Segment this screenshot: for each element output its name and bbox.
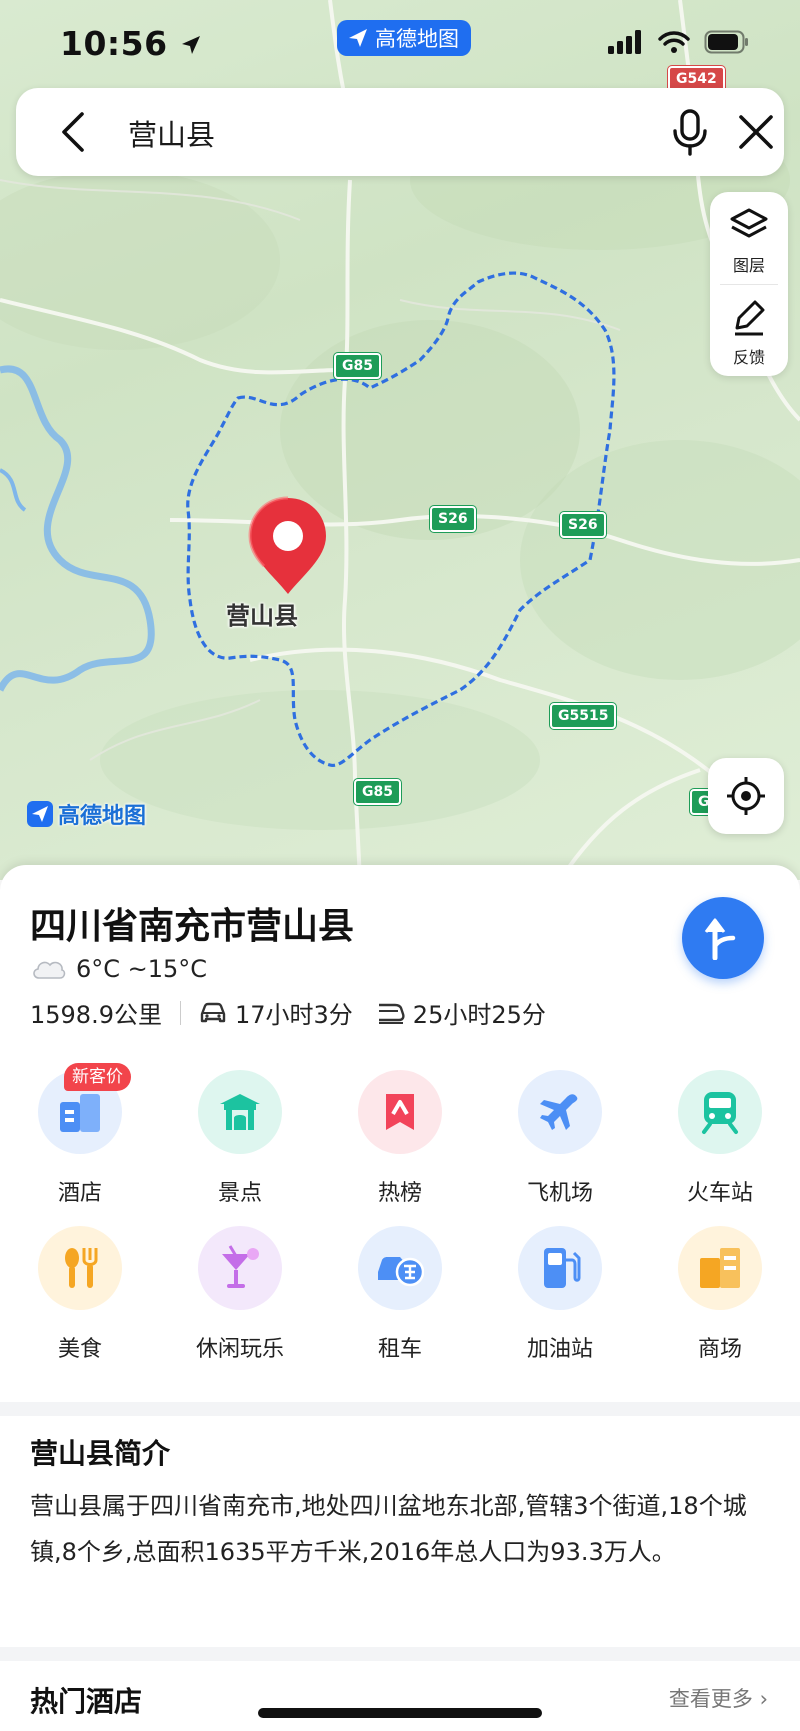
map-place-label[interactable]: 营山县	[226, 596, 298, 631]
train-time-text: 25小时25分	[412, 1001, 546, 1029]
gas-station-icon	[544, 1248, 581, 1288]
scenic-spot-icon	[220, 1094, 260, 1130]
category-label: 租车	[377, 1337, 422, 1362]
app-pill-label: 高德地图	[375, 27, 459, 51]
search-query[interactable]: 营山县	[128, 112, 215, 154]
location-pin-icon[interactable]	[246, 496, 330, 596]
category-label: 热榜	[377, 1181, 422, 1206]
food-icon	[65, 1248, 98, 1288]
weather-temperature: 6°C ~15°C	[76, 955, 208, 983]
place-detail-sheet[interactable]: 四川省南充市营山县 6°C ~15°C 1598.9公里 17小时3分 25小时…	[0, 865, 800, 1731]
layers-label: 图层	[732, 256, 765, 275]
microphone-icon[interactable]	[668, 108, 712, 156]
close-icon[interactable]	[736, 112, 776, 152]
back-arrow-icon[interactable]	[54, 110, 94, 154]
hotel-icon	[60, 1094, 100, 1132]
route-button[interactable]	[682, 897, 764, 979]
battery-icon	[704, 30, 748, 54]
feedback-edit-icon	[735, 300, 765, 336]
category-icon-bg	[358, 1070, 442, 1154]
category-icon-bg	[678, 1226, 762, 1310]
app-return-pill[interactable]: 高德地图	[337, 20, 471, 56]
category-label: 休闲玩乐	[195, 1337, 284, 1362]
section-divider	[0, 1402, 800, 1416]
category-icon-bg	[198, 1070, 282, 1154]
mall-icon	[700, 1248, 740, 1288]
wifi-icon	[658, 31, 690, 53]
drive-time-text: 17小时3分	[234, 1001, 353, 1029]
road-shield: G85	[354, 779, 401, 805]
hot-hotels-heading: 热门酒店	[30, 1685, 143, 1718]
cellular-signal-icon	[608, 30, 641, 54]
category-icon-bg	[198, 1226, 282, 1310]
travel-info-row: 1598.9公里 17小时3分 25小时25分	[30, 995, 546, 1030]
leisure-icon	[222, 1245, 259, 1288]
layers-icon	[730, 208, 768, 238]
airport-icon	[540, 1094, 578, 1130]
hot-list-icon	[386, 1094, 414, 1130]
category-label: 美食	[57, 1337, 102, 1362]
amap-logo-icon	[27, 801, 53, 827]
feedback-label: 反馈	[732, 348, 765, 367]
status-time: 10:56	[60, 24, 202, 63]
intro-heading: 营山县简介	[30, 1437, 171, 1470]
category-label: 景点	[217, 1181, 262, 1206]
status-bar: 10:56 高德地图	[0, 0, 800, 90]
section-divider	[0, 1647, 800, 1661]
category-icon-bg	[518, 1070, 602, 1154]
cloud-icon	[33, 961, 66, 979]
road-shield: G5515	[550, 703, 617, 729]
category-icon-bg	[38, 1226, 122, 1310]
amap-logo-icon	[349, 29, 367, 47]
category-label: 火车站	[686, 1181, 753, 1206]
category-label: 商场	[697, 1337, 742, 1362]
layers-button[interactable]: 图层	[710, 192, 788, 284]
map-watermark: 高德地图	[26, 798, 146, 830]
distance-text: 1598.9公里	[30, 1001, 162, 1029]
map-tools-panel: 图层 反馈	[710, 192, 788, 376]
place-title: 四川省南充市营山县	[30, 906, 355, 947]
home-indicator[interactable]	[258, 1708, 542, 1718]
divider	[179, 1000, 181, 1025]
category-icon-bg	[518, 1226, 602, 1310]
road-shield: S26	[560, 512, 606, 538]
feedback-button[interactable]: 反馈	[710, 284, 788, 376]
category-label: 飞机场	[526, 1181, 593, 1206]
category-label: 加油站	[526, 1337, 593, 1362]
category-label: 酒店	[57, 1181, 102, 1206]
road-shield: S26	[430, 506, 476, 532]
locate-button[interactable]	[708, 758, 784, 834]
status-icons	[608, 30, 750, 54]
train-icon	[378, 1003, 405, 1024]
train-station-icon	[702, 1092, 738, 1134]
location-arrow-icon	[181, 36, 200, 54]
route-turn-icon	[704, 918, 736, 960]
crosshair-icon	[727, 777, 765, 815]
car-rental-icon	[378, 1257, 424, 1287]
intro-text: 营山县属于四川省南充市,地处四川盆地东北部,管辖3个街道,18个城镇,8个乡,总…	[30, 1492, 747, 1566]
new-customer-badge: 新客价	[64, 1063, 131, 1091]
car-icon	[200, 1002, 226, 1022]
watermark-text: 高德地图	[58, 804, 147, 829]
weather-row: 6°C ~15°C	[30, 955, 207, 983]
road-shield: G85	[334, 353, 381, 379]
view-more-link[interactable]: 查看更多 ›	[669, 1683, 768, 1713]
category-icon-bg	[678, 1070, 762, 1154]
category-icon-bg	[358, 1226, 442, 1310]
search-bar[interactable]: 营山县	[16, 88, 784, 176]
